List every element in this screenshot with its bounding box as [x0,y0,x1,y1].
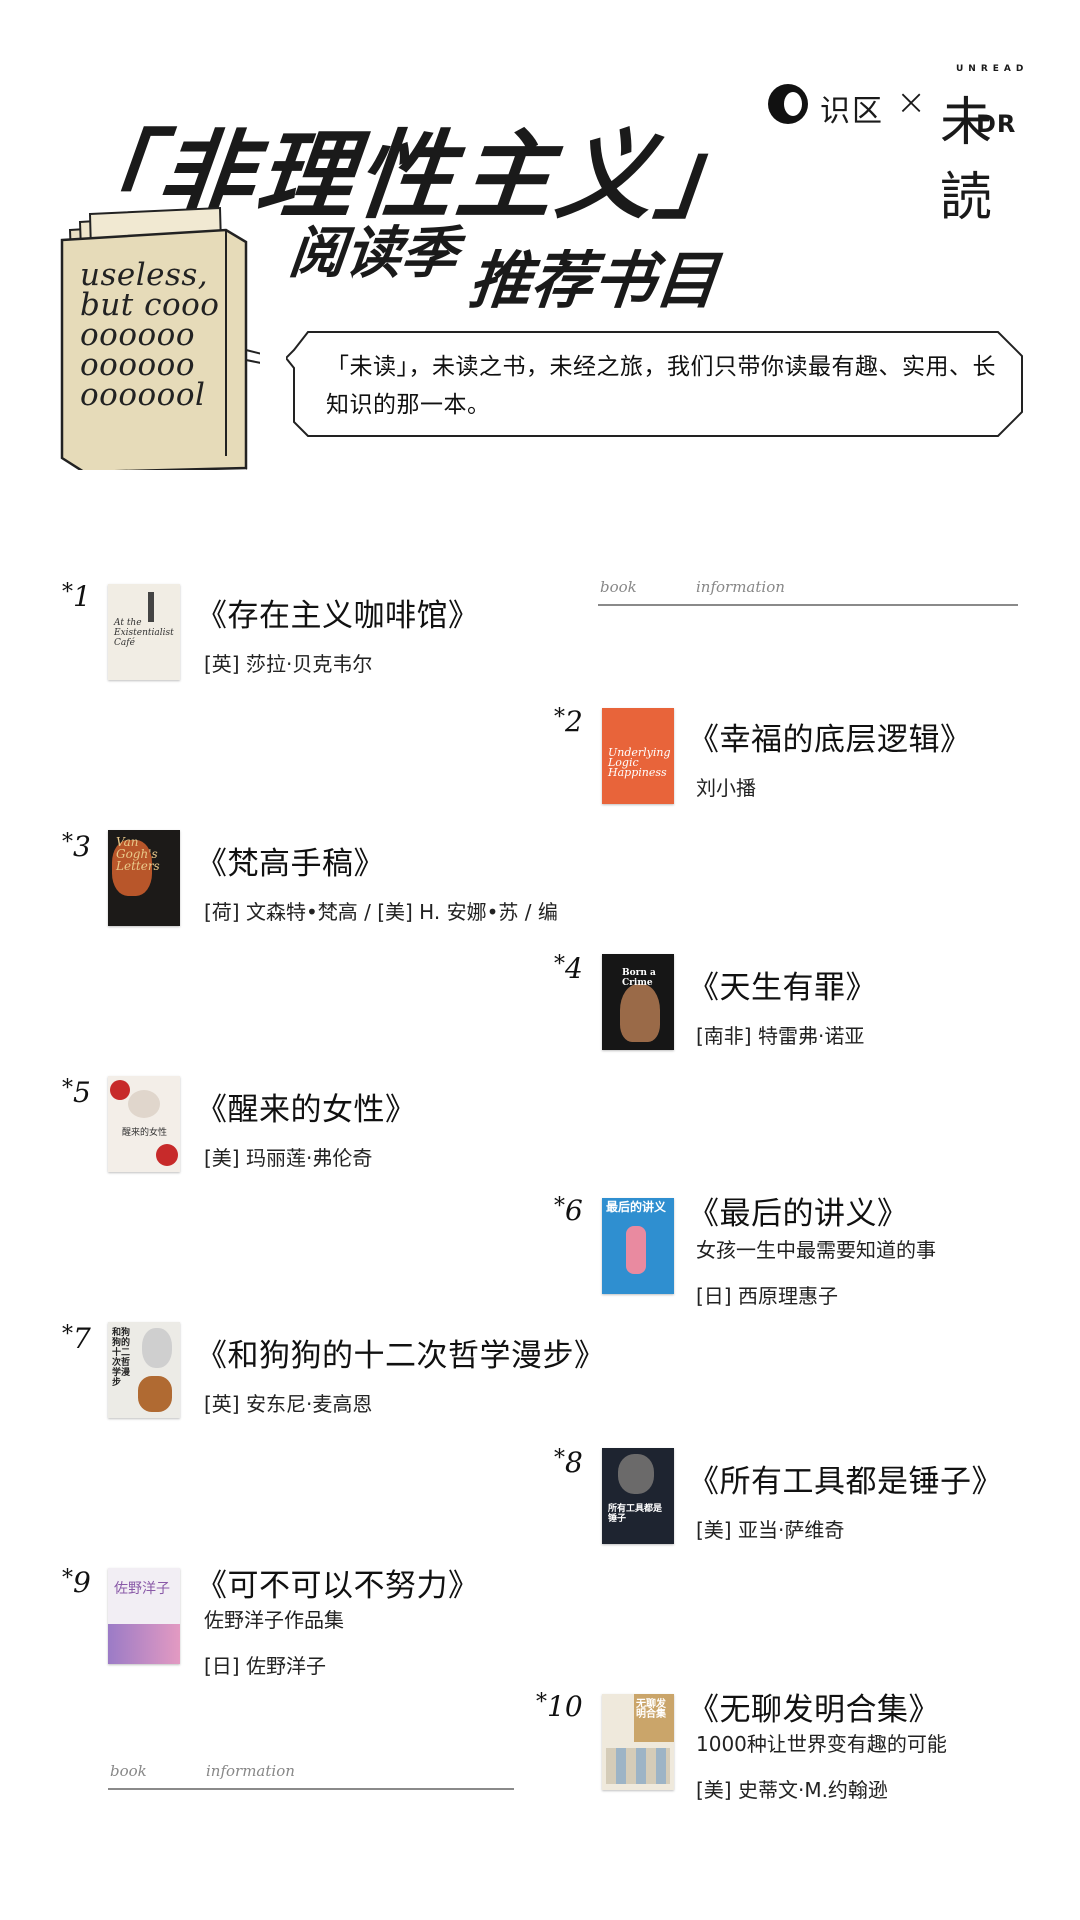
info-divider-top: book information [598,578,1018,606]
book-author: [美] 亚当·萨维奇 [696,1518,845,1542]
book-author: [美] 史蒂文·M.约翰逊 [696,1778,888,1802]
book-cover[interactable]: 所有工具都是锤子 [602,1448,674,1544]
cover-text: Van Gogh's Letters [116,835,160,873]
book-title[interactable]: 《无聊发明合集》 [688,1684,940,1729]
book-line: but cooo [80,287,220,323]
cover-flower-icon [156,1144,178,1166]
info-divider-bottom: book information [108,1762,514,1790]
unread-logo-dr: DR [976,110,1017,138]
cover-figure-icon [626,1226,646,1274]
shiqu-logo-icon [768,84,808,124]
cover-portrait-icon [618,1454,654,1494]
cover-flower-icon [110,1080,130,1100]
intro-text: 「未读」，未读之书，未经之旅，我们只带你读最有趣、实用、长知识的那一本。 [326,354,996,418]
cover-text: 最后的讲义 [606,1200,667,1214]
cover-dog-icon [128,1090,160,1118]
cover-portrait-icon [620,984,660,1042]
book-line: ooooool [80,377,206,413]
book-illustration: useless, but cooo oooooo oooooo ooooool [50,200,287,474]
book-number: *9 [62,1566,91,1599]
book-cover[interactable]: Underlying Logic Happiness [602,708,674,804]
book-cover[interactable]: 和狗狗的十二次哲学漫步 [108,1322,180,1418]
book-line: oooooo [80,317,195,353]
book-cover[interactable]: At the Existentialist Café [108,584,180,680]
cover-text: At the Existentialist Café [114,618,174,648]
book-title[interactable]: 《存在主义咖啡馆》 [196,590,480,635]
cover-text: 所有工具都是锤子 [608,1504,663,1524]
book-cover[interactable]: 佐野洋子 [108,1568,180,1664]
info-label-book: book [110,1762,147,1780]
book-cover[interactable]: Van Gogh's Letters [108,830,180,926]
book-number: *4 [554,952,583,985]
book-number: *8 [554,1446,583,1479]
book-subtitle: 1000种让世界变有趣的可能 [696,1732,947,1756]
book-line: oooooo [80,347,195,383]
book-author: [荷] 文森特•梵高 / [美] H. 安娜•苏 / 编 [204,900,558,924]
unread-logo-main: 未読 [940,93,992,228]
book-cover[interactable]: 最后的讲义 [602,1198,674,1294]
book-number: *1 [62,580,91,613]
info-label-information: information [206,1762,295,1780]
cover-portrait-icon [142,1328,172,1368]
book-author: [南非] 特雷弗·诺亚 [696,1024,865,1048]
book-number: *3 [62,830,91,863]
cover-drawings-icon [606,1748,670,1784]
cover-figure-icon [148,592,154,622]
book-author: [英] 安东尼·麦高恩 [204,1392,373,1416]
book-number: *6 [554,1194,583,1227]
brand-logos: 识区 × UNREAD 未読 DR [768,64,1029,228]
book-title[interactable]: 《所有工具都是锤子》 [688,1456,1003,1501]
cover-dog-icon [138,1376,172,1412]
book-title[interactable]: 《幸福的底层逻辑》 [688,714,972,759]
book-author: [美] 玛丽莲·弗伦奇 [204,1146,373,1170]
subtitle-recommended-books: 推荐书目 [465,244,722,317]
cover-text: 佐野洋子 [114,1581,170,1597]
book-cover-text: useless, but cooo oooooo oooooo ooooool [80,257,260,413]
cover-band-icon [108,1624,180,1664]
cover-text: Born a Crime [622,968,656,988]
book-line: useless, [80,257,209,293]
cover-text: Underlying Logic Happiness [608,746,671,779]
book-author: [日] 西原理惠子 [696,1284,838,1308]
book-number: *7 [62,1322,91,1355]
book-number: *5 [62,1076,91,1109]
cover-text: 无聊发明合集 [636,1699,666,1720]
book-cover[interactable]: 醒来的女性 [108,1076,180,1172]
book-cover[interactable]: 无聊发明合集 [602,1694,674,1790]
book-number: *10 [536,1690,583,1723]
info-label-book: book [600,578,637,596]
book-title[interactable]: 《天生有罪》 [688,962,877,1007]
subtitle-reading-season: 阅读季 [286,221,461,286]
book-author: 刘小播 [696,776,756,800]
info-label-information: information [696,578,785,596]
book-title[interactable]: 《醒来的女性》 [196,1084,417,1129]
shiqu-logo-text: 识区 [820,94,884,129]
book-title[interactable]: 《可不可以不努力》 [196,1560,480,1605]
book-cover[interactable]: Born a Crime [602,954,674,1050]
book-subtitle: 佐野洋子作品集 [204,1608,344,1632]
cover-text: 醒来的女性 [122,1128,168,1138]
book-subtitle: 女孩一生中最需要知道的事 [696,1238,936,1262]
intro-bubble: 「未读」，未读之书，未经之旅，我们只带你读最有趣、实用、长知识的那一本。 [286,328,1026,440]
book-author: [英] 莎拉·贝克韦尔 [204,652,373,676]
book-title[interactable]: 《和狗狗的十二次哲学漫步》 [196,1330,606,1375]
book-title[interactable]: 《最后的讲义》 [688,1188,909,1233]
book-number: *2 [554,705,583,738]
unread-logo-small: UNREAD [956,64,1029,74]
cross-icon: × [896,82,927,123]
book-author: [日] 佐野洋子 [204,1654,326,1678]
cover-text: 和狗狗的十二次哲学漫步 [112,1328,131,1388]
book-title[interactable]: 《梵高手稿》 [196,838,385,883]
